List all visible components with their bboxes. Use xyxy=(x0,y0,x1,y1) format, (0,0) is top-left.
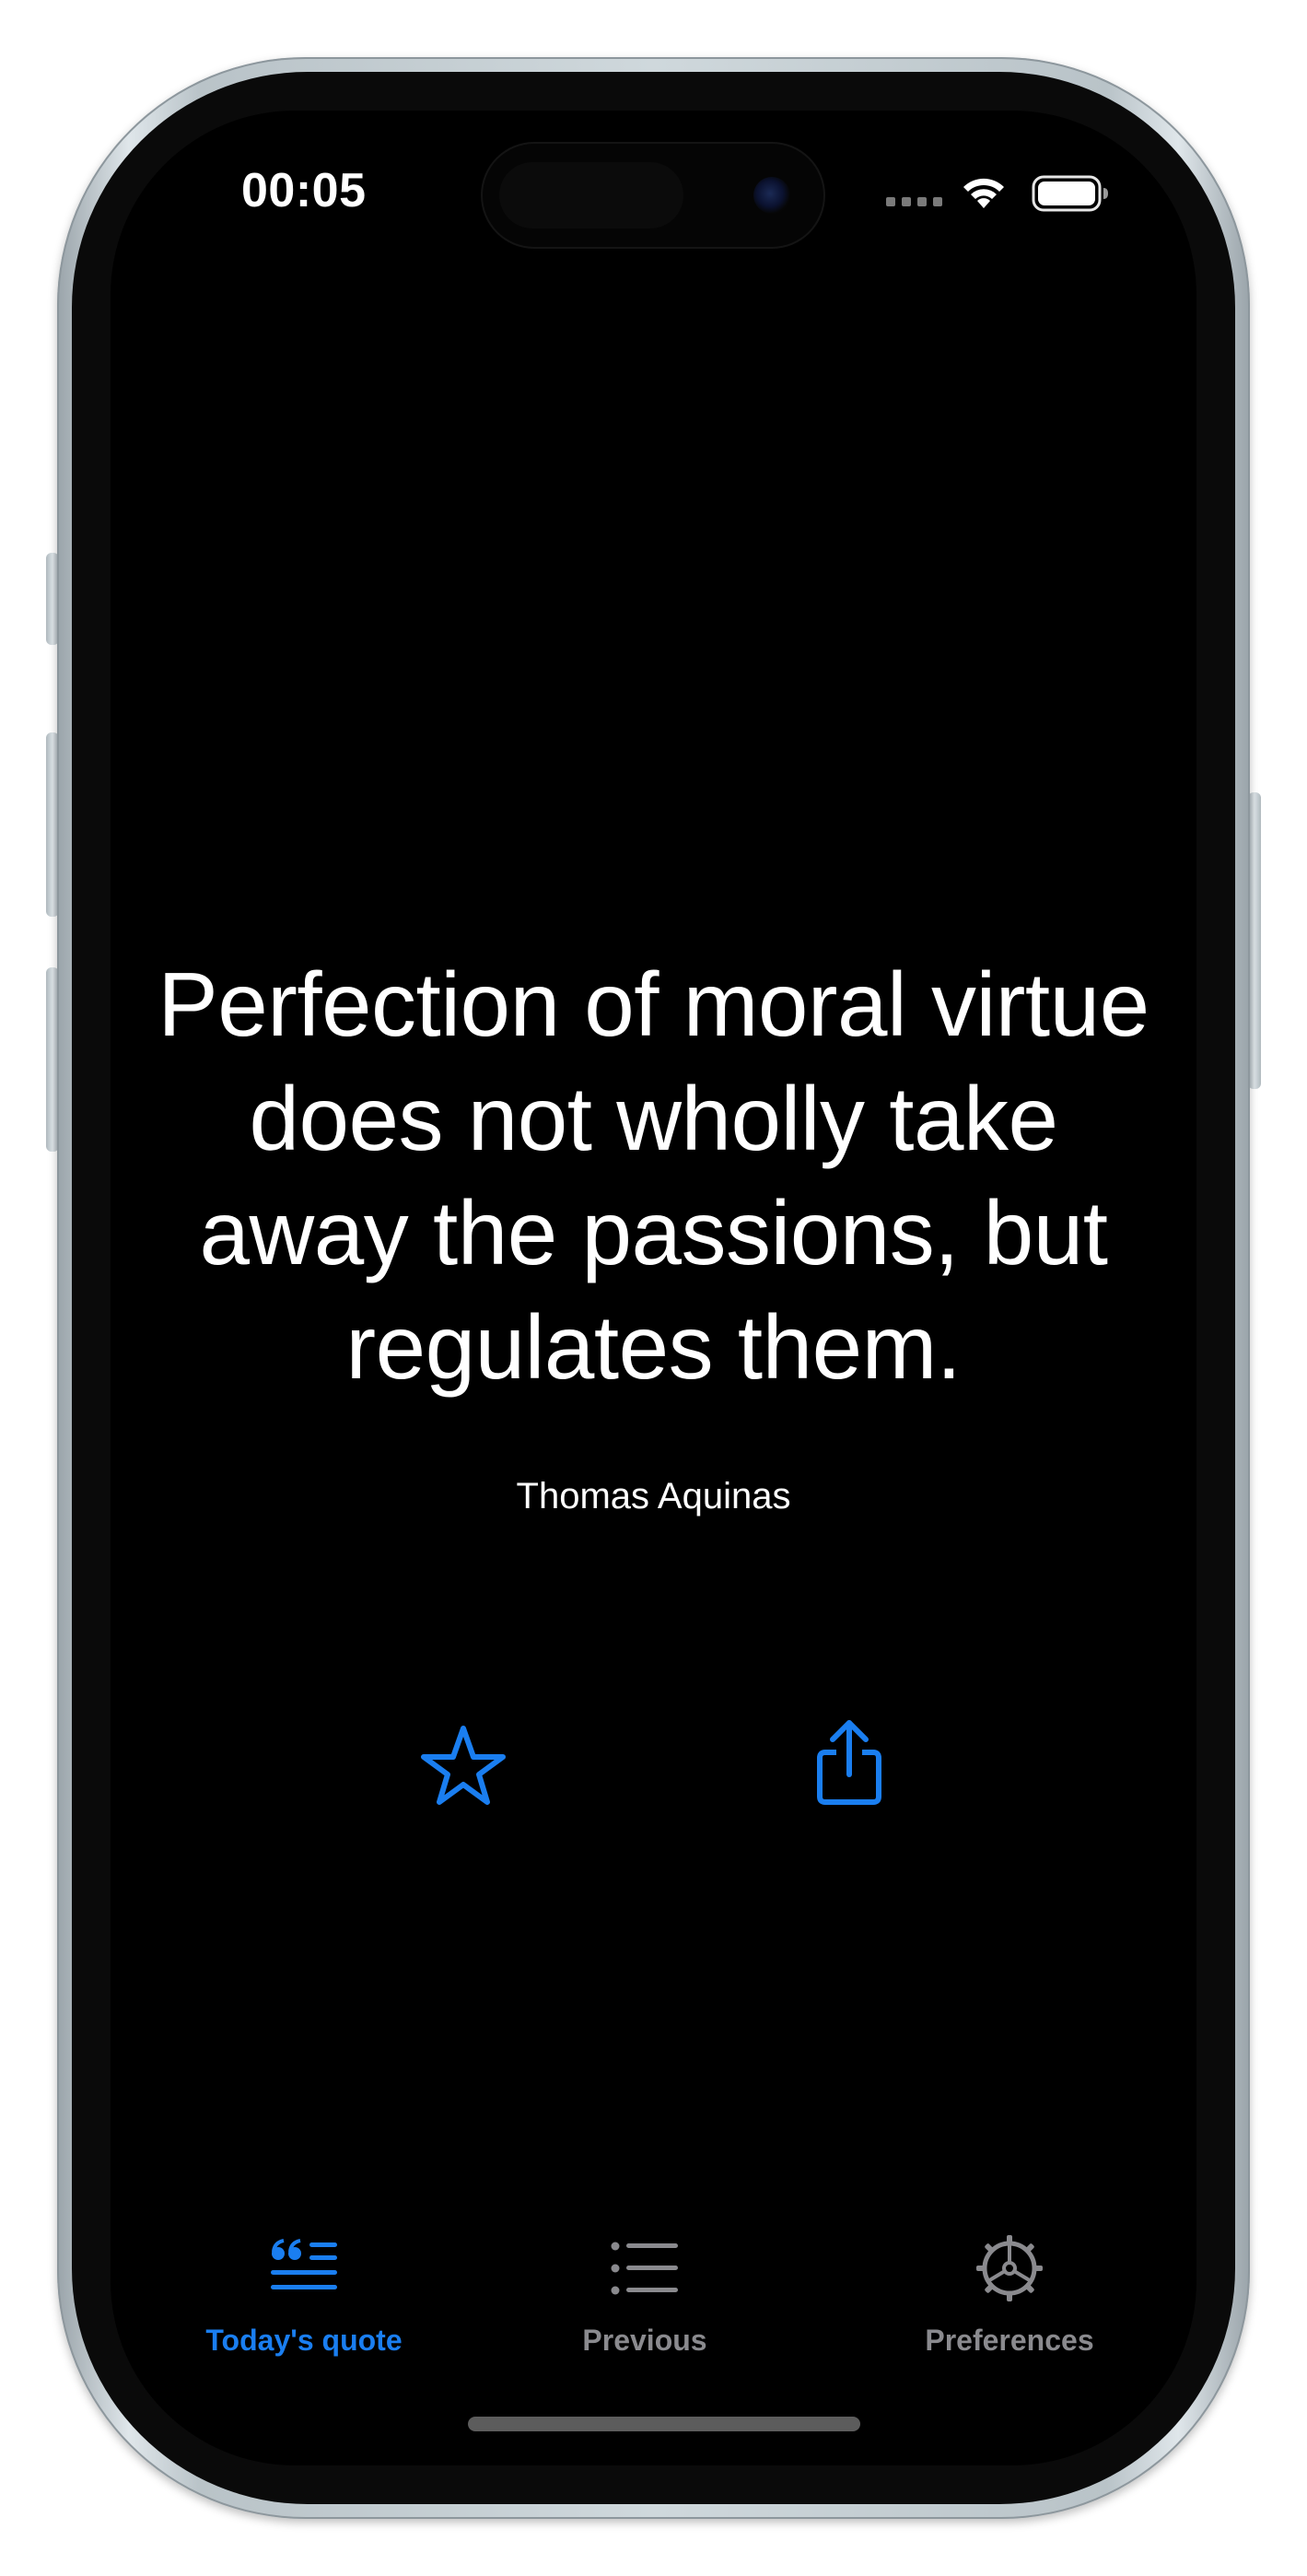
star-outline-icon xyxy=(421,1726,506,1805)
favorite-button[interactable] xyxy=(417,1718,509,1810)
quote-text: Perfection of moral virtue does not whol… xyxy=(158,954,1149,1398)
battery-icon xyxy=(1032,175,1108,212)
tab-preferences[interactable]: Preferences xyxy=(871,2220,1148,2368)
quote-list-icon xyxy=(271,2239,337,2289)
tab-todays-quote[interactable]: Today's quote xyxy=(166,2220,442,2368)
camera-icon xyxy=(753,177,790,214)
island-sensor xyxy=(499,162,683,228)
gear-icon xyxy=(976,2235,1043,2301)
quote-author: Thomas Aquinas xyxy=(516,1476,791,1516)
wifi-icon xyxy=(963,178,1004,208)
status-time: 00:05 xyxy=(241,164,367,217)
cellular-signal-icon xyxy=(886,197,942,206)
home-indicator[interactable] xyxy=(468,2417,860,2431)
tab-label-previous: Previous xyxy=(582,2324,707,2357)
tab-previous[interactable]: Previous xyxy=(507,2220,783,2368)
tab-label-todays-quote: Today's quote xyxy=(205,2324,403,2357)
tab-bar: Today's quote Previous Preferences xyxy=(111,2220,1196,2368)
power-button xyxy=(1248,792,1261,1089)
share-button[interactable] xyxy=(803,1712,895,1813)
list-icon xyxy=(611,2242,678,2295)
screen: 00:05 Perfection of moral virtue does no… xyxy=(111,111,1196,2465)
dynamic-island xyxy=(483,144,823,247)
tab-label-preferences: Preferences xyxy=(925,2324,1094,2357)
share-icon xyxy=(817,1720,881,1805)
